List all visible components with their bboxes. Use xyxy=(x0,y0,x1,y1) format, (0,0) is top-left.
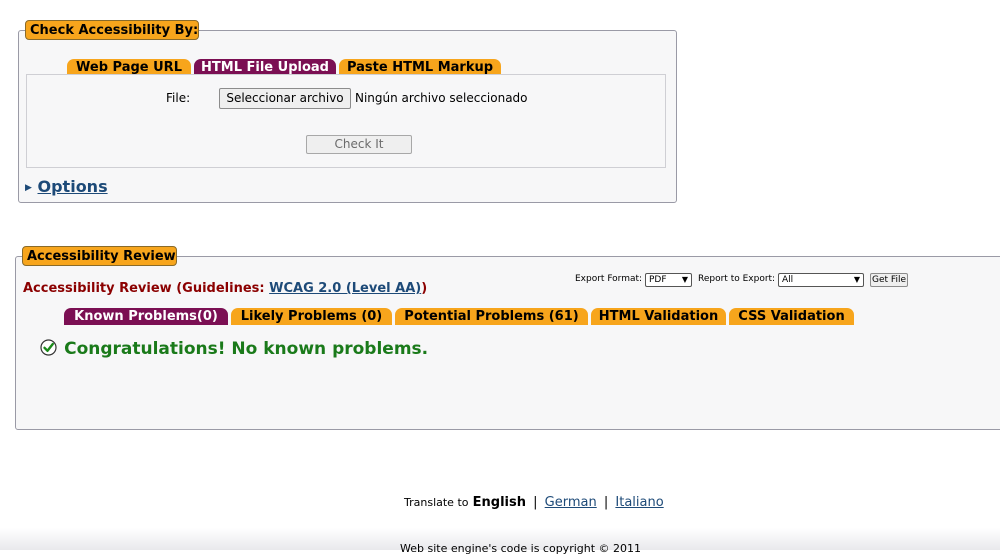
review-heading: Accessibility Review (Guidelines: WCAG 2… xyxy=(23,281,428,296)
triangle-right-icon: ▶ xyxy=(25,183,32,193)
check-accessibility-legend: Check Accessibility By: xyxy=(25,20,199,40)
report-to-export-select[interactable]: All ▼ xyxy=(778,273,864,287)
chevron-down-icon: ▼ xyxy=(681,275,688,284)
checkmark-icon xyxy=(40,339,57,356)
language-italian-link[interactable]: Italiano xyxy=(615,495,663,510)
no-file-selected-text: Ningún archivo seleccionado xyxy=(355,91,528,105)
language-german-link[interactable]: German xyxy=(545,495,597,510)
current-language: English xyxy=(472,495,526,510)
options-link[interactable]: Options xyxy=(38,177,108,196)
result-message: Congratulations! No known problems. xyxy=(64,339,429,359)
result-row: Congratulations! No known problems. xyxy=(40,339,428,361)
export-format-label: Export Format: xyxy=(575,274,643,284)
chevron-down-icon: ▼ xyxy=(853,275,860,284)
get-file-button[interactable]: Get File xyxy=(870,273,908,287)
translate-row: Translate to English | German | Italiano xyxy=(404,495,664,510)
check-it-button[interactable]: Check It xyxy=(306,135,412,154)
file-label: File: xyxy=(166,91,191,105)
tab-potential-problems[interactable]: Potential Problems (61) xyxy=(395,308,588,325)
options-toggle[interactable]: ▶ Options xyxy=(25,177,108,197)
report-to-export-label: Report to Export: xyxy=(698,274,776,284)
tab-css-validation[interactable]: CSS Validation xyxy=(729,308,854,325)
tab-known-problems[interactable]: Known Problems(0) xyxy=(64,308,228,325)
tab-likely-problems[interactable]: Likely Problems (0) xyxy=(231,308,392,325)
copyright-text: Web site engine's code is copyright © 20… xyxy=(400,542,642,555)
choose-file-button[interactable]: Seleccionar archivo xyxy=(219,88,351,109)
accessibility-review-legend: Accessibility Review xyxy=(22,246,177,266)
export-format-select[interactable]: PDF ▼ xyxy=(645,273,692,287)
wcag-guideline-link[interactable]: WCAG 2.0 (Level AA) xyxy=(269,281,421,296)
tab-html-validation[interactable]: HTML Validation xyxy=(591,308,726,325)
